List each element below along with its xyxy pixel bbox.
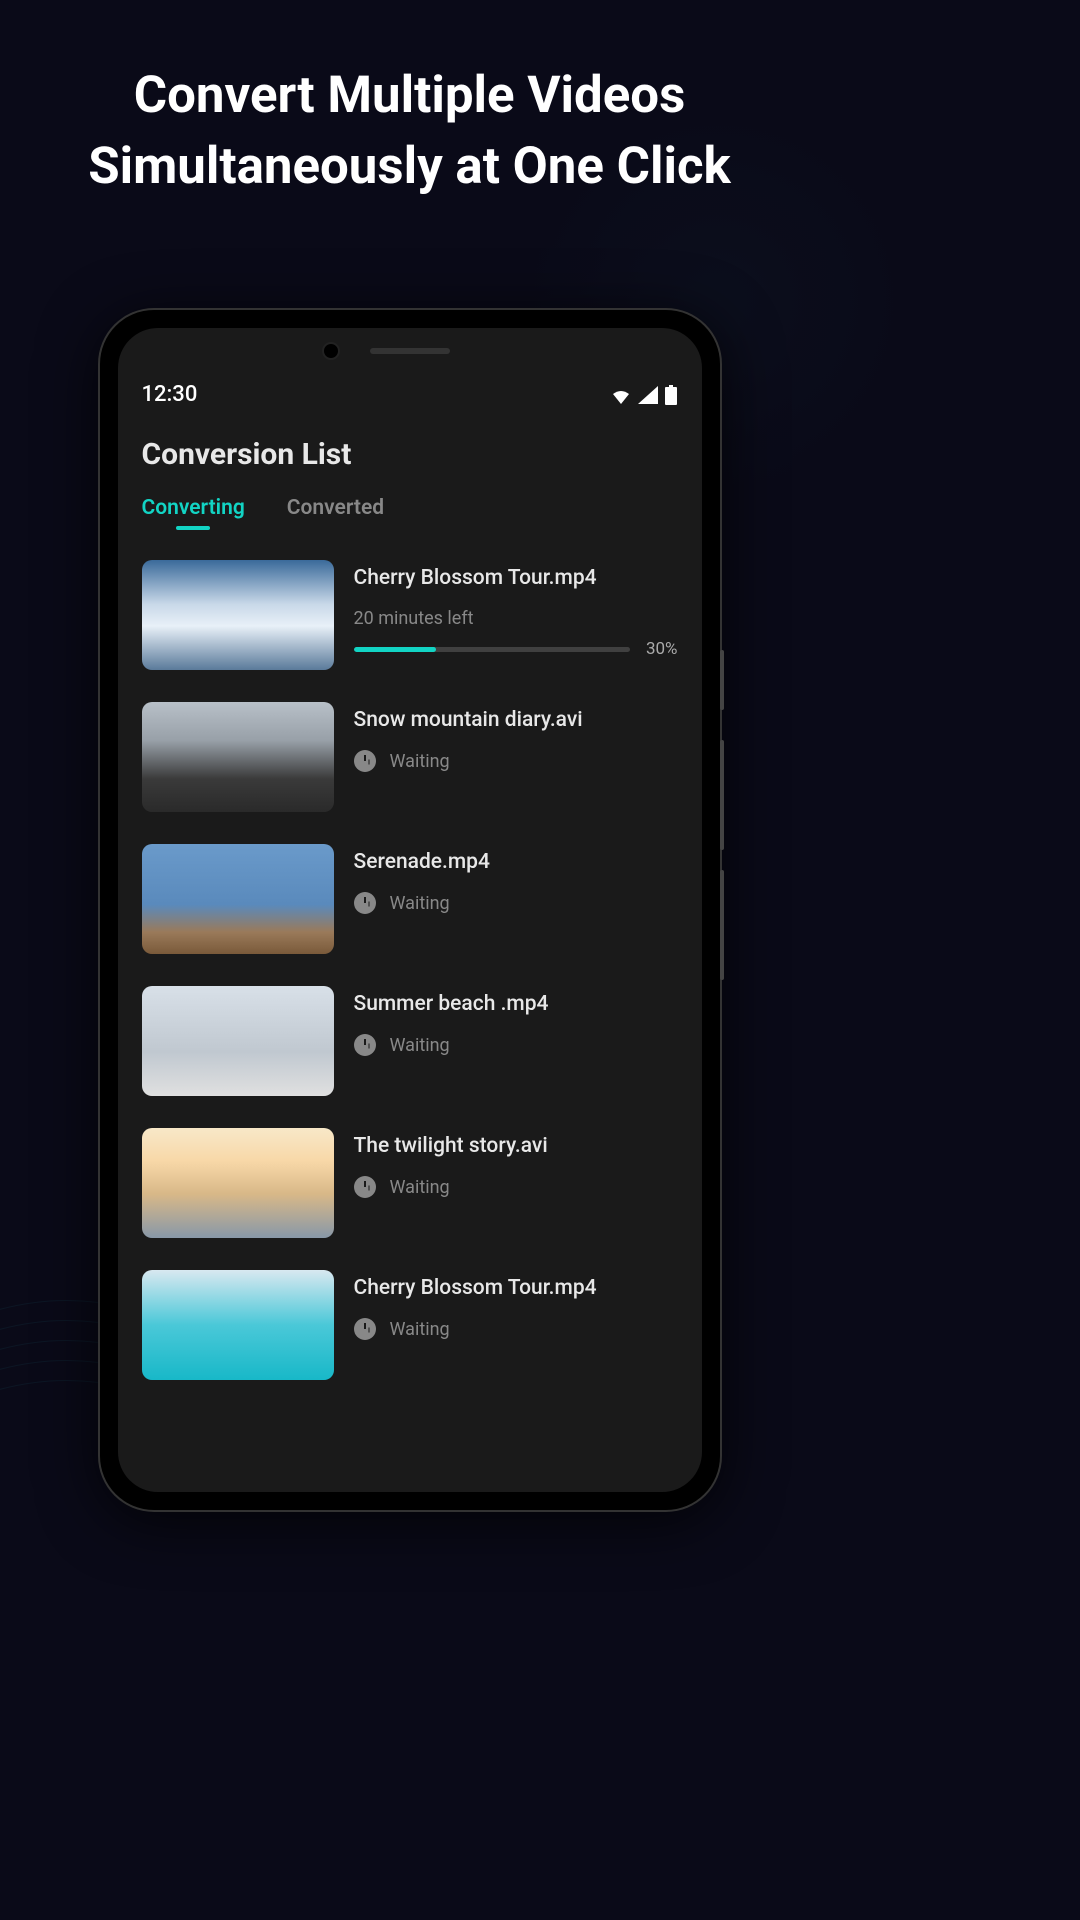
list-item[interactable]: The twilight story.avi Waiting (142, 1128, 678, 1238)
clock-icon (354, 1318, 376, 1340)
page-title: Conversion List (118, 425, 702, 496)
phone-notch (118, 328, 702, 374)
list-item[interactable]: Cherry Blossom Tour.mp4 20 minutes left … (142, 560, 678, 670)
item-info: The twilight story.avi Waiting (354, 1128, 678, 1198)
item-status-text: Waiting (390, 1177, 450, 1198)
item-title: Snow mountain diary.avi (354, 708, 678, 732)
progress-percent: 30% (646, 639, 678, 659)
progress-bar (354, 647, 630, 652)
list-item[interactable]: Cherry Blossom Tour.mp4 Waiting (142, 1270, 678, 1380)
video-thumbnail (142, 986, 334, 1096)
promo-headline: Convert Multiple Videos Simultaneously a… (0, 0, 819, 203)
phone-side-button (720, 870, 724, 980)
status-icons (610, 385, 678, 405)
item-title: Cherry Blossom Tour.mp4 (354, 566, 678, 590)
item-status-text: Waiting (390, 893, 450, 914)
item-title: Serenade.mp4 (354, 850, 678, 874)
tab-converted[interactable]: Converted (287, 496, 384, 530)
phone-side-button (720, 650, 724, 710)
list-item[interactable]: Serenade.mp4 Waiting (142, 844, 678, 954)
clock-icon (354, 892, 376, 914)
signal-icon (638, 386, 658, 404)
waiting-status: Waiting (354, 892, 678, 914)
status-time: 12:30 (142, 382, 198, 407)
phone-camera (322, 342, 340, 360)
item-info: Snow mountain diary.avi Waiting (354, 702, 678, 772)
video-thumbnail (142, 1128, 334, 1238)
conversion-list: Cherry Blossom Tour.mp4 20 minutes left … (118, 548, 702, 1380)
list-item[interactable]: Summer beach .mp4 Waiting (142, 986, 678, 1096)
item-title: The twilight story.avi (354, 1134, 678, 1158)
waiting-status: Waiting (354, 1176, 678, 1198)
tabs: Converting Converted (118, 496, 702, 548)
progress-fill (354, 647, 437, 652)
phone-side-button (720, 740, 724, 850)
battery-icon (664, 385, 678, 405)
video-thumbnail (142, 560, 334, 670)
item-info: Cherry Blossom Tour.mp4 20 minutes left … (354, 560, 678, 659)
item-status-text: Waiting (390, 1319, 450, 1340)
progress-row: 30% (354, 639, 678, 659)
video-thumbnail (142, 844, 334, 954)
video-thumbnail (142, 1270, 334, 1380)
wifi-icon (610, 386, 632, 404)
item-info: Serenade.mp4 Waiting (354, 844, 678, 914)
tab-converting[interactable]: Converting (142, 496, 245, 530)
waiting-status: Waiting (354, 1034, 678, 1056)
list-item[interactable]: Snow mountain diary.avi Waiting (142, 702, 678, 812)
clock-icon (354, 1034, 376, 1056)
phone-speaker (370, 348, 450, 354)
waiting-status: Waiting (354, 750, 678, 772)
waiting-status: Waiting (354, 1318, 678, 1340)
item-status-text: Waiting (390, 751, 450, 772)
item-info: Summer beach .mp4 Waiting (354, 986, 678, 1056)
phone-screen: 12:30 Conversion List Converting Convert… (118, 328, 702, 1492)
video-thumbnail (142, 702, 334, 812)
clock-icon (354, 1176, 376, 1198)
item-status-text: 20 minutes left (354, 608, 678, 629)
phone-frame: 12:30 Conversion List Converting Convert… (100, 310, 720, 1510)
item-status-text: Waiting (390, 1035, 450, 1056)
item-info: Cherry Blossom Tour.mp4 Waiting (354, 1270, 678, 1340)
item-title: Summer beach .mp4 (354, 992, 678, 1016)
item-title: Cherry Blossom Tour.mp4 (354, 1276, 678, 1300)
status-bar: 12:30 (118, 374, 702, 425)
clock-icon (354, 750, 376, 772)
